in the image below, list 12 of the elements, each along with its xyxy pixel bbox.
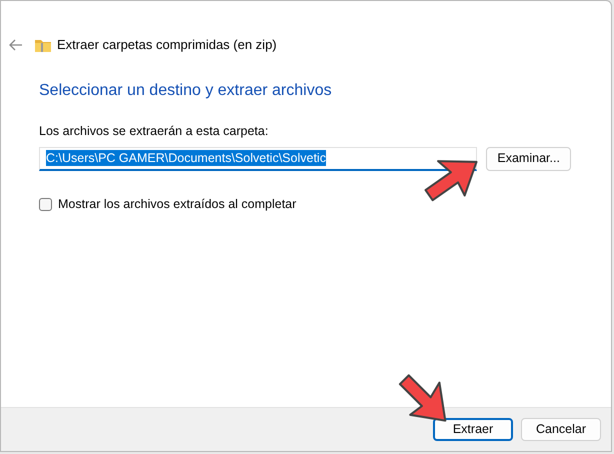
- destination-path: C:\Users\PC GAMER\Documents\Solvetic\Solvetic: [46, 150, 326, 166]
- browse-button[interactable]: Examinar...: [486, 146, 571, 171]
- destination-field[interactable]: C:\Users\PC GAMER\Documents\Solvetic\Solvetic: [39, 146, 478, 171]
- window-title: Extraer carpetas comprimidas (en zip): [57, 36, 277, 54]
- back-arrow-icon[interactable]: [9, 39, 23, 51]
- checkbox-label: Mostrar los archivos extraídos al completar: [58, 196, 296, 213]
- destination-label: Los archivos se extraerán a esta carpeta:: [39, 123, 270, 140]
- dialog-heading: Seleccionar un destino y extraer archivos: [39, 81, 333, 101]
- checkbox[interactable]: [39, 198, 52, 211]
- dialog-button[interactable]: Cancelar: [521, 418, 601, 441]
- dialog-button[interactable]: Extraer: [433, 418, 513, 441]
- zip-folder-icon: [35, 38, 51, 52]
